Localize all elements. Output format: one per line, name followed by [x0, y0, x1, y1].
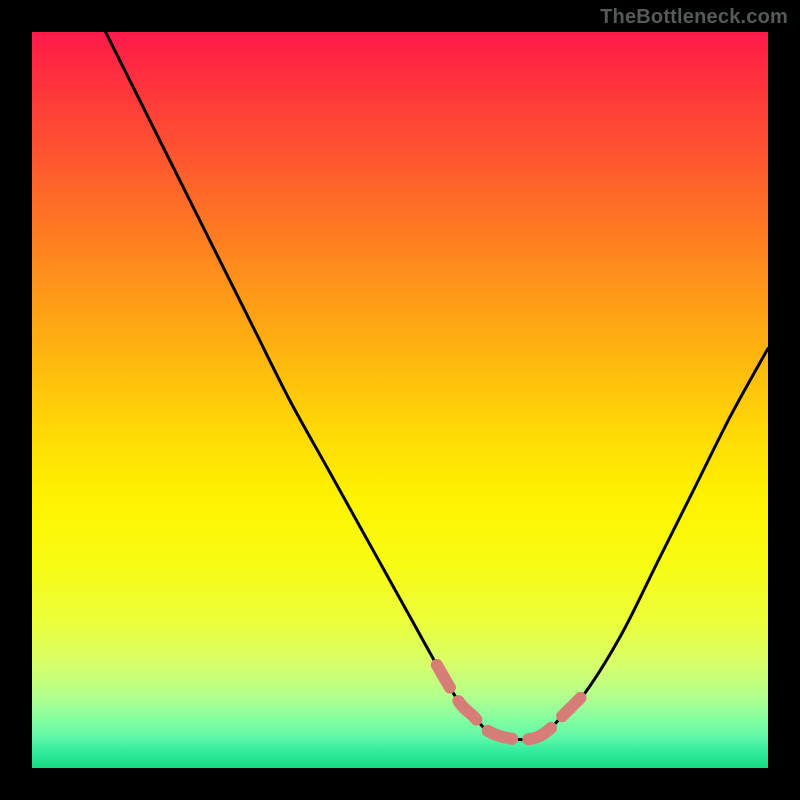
- chart-svg: [32, 32, 768, 768]
- plot-area: [32, 32, 768, 768]
- optimal-range-highlight: [437, 665, 584, 740]
- chart-frame: TheBottleneck.com: [0, 0, 800, 800]
- watermark-text: TheBottleneck.com: [600, 6, 788, 29]
- bottleneck-curve: [106, 32, 768, 739]
